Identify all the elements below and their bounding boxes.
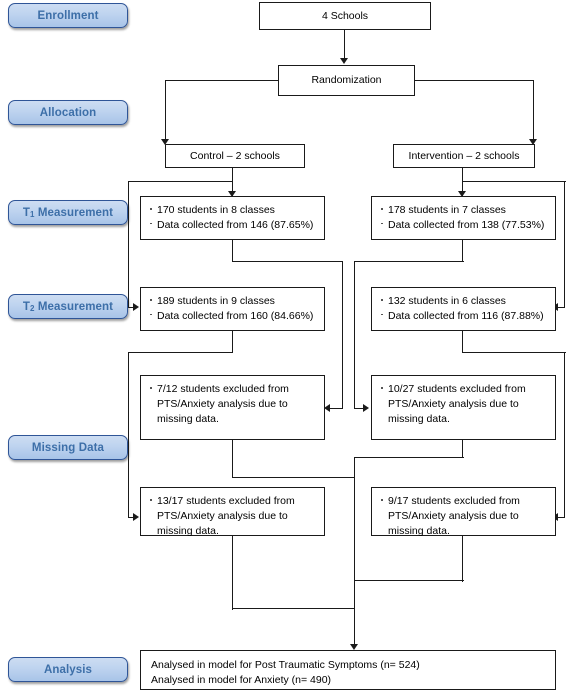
node-missing-t1-intervention: 10/27 students excluded from PTS/Anxiety… [371,375,556,440]
connector-missing-t1-control-right [232,477,354,479]
node-analysis: Analysed in model for Post Traumatic Sym… [140,650,556,690]
connector-t2-intervention-down [462,331,464,353]
stage-label-text: T2 Measurement [22,300,114,314]
stage-label-analysis: Analysis [8,657,128,682]
connector-missing-t1-intervention-left [354,457,464,459]
node-t2-intervention-line2: Data collected from 116 (87.88%) [380,309,555,324]
connector-missing-t1-control-down [232,440,234,478]
node-randomization: Randomization [278,65,415,96]
node-missing-t2-control-text: 13/17 students excluded from PTS/Anxiety… [149,494,324,539]
connector-t1-control-down [232,240,234,262]
arrowhead-missing-t2-control [133,513,139,521]
node-missing-t1-control: 7/12 students excluded from PTS/Anxiety … [140,375,325,440]
node-t2-intervention: 132 students in 6 classes Data collected… [371,287,556,331]
connector-t1-intervention-long-down [354,261,356,409]
stage-label-text: Enrollment [37,9,99,22]
stage-label-text: Allocation [39,106,97,119]
node-randomization-label: Randomization [311,74,382,87]
connector-t2-intervention-right [462,352,566,354]
connector-intervention-rail-vertical [564,181,566,308]
arrowhead-missing-t1-intervention [363,404,369,412]
node-schools: 4 Schools [259,2,431,30]
stage-label-t2-measurement: T2 Measurement [8,294,128,319]
connector-control-rail-vertical [128,181,130,308]
node-t2-control-line2: Data collected from 160 (84.66%) [149,309,324,324]
node-control-arm: Control – 2 schools [165,144,305,168]
node-missing-t2-intervention: 9/17 students excluded from PTS/Anxiety … [371,487,556,539]
arrowhead-randomization [340,58,348,64]
node-t1-control: 170 students in 8 classes Data collected… [140,196,325,240]
stage-label-missing-data: Missing Data [8,435,128,460]
stage-label-enrollment: Enrollment [8,3,128,28]
stage-label-text: Missing Data [31,441,105,454]
connector-missing-t2-control-down [232,536,234,610]
connector-randomization-left [165,80,280,82]
connector-t2-control-left [128,352,233,354]
connector-t1-control-right [232,261,343,263]
connector-t2-intervention-rail [564,352,566,518]
connector-randomization-right [413,80,534,82]
node-t2-control-line1: 189 students in 9 classes [149,294,324,309]
node-t1-intervention-line1: 178 students in 7 classes [380,203,555,218]
node-t1-control-line2: Data collected from 146 (87.65%) [149,218,324,233]
connector-t2-intervention-into-missing [557,517,565,519]
connector-control-rail-top [128,181,233,183]
node-t1-intervention: 178 students in 7 classes Data collected… [371,196,556,240]
node-t1-intervention-line2: Data collected from 138 (77.53%) [380,218,555,233]
node-intervention-arm-label: Intervention – 2 schools [408,149,520,162]
node-missing-t1-intervention-text: 10/27 students excluded from PTS/Anxiety… [380,382,555,427]
node-missing-t2-control: 13/17 students excluded from PTS/Anxiety… [140,487,325,539]
connector-missing-t2-intervention-left [354,580,464,582]
connector-missing-t2-intervention-down [462,536,464,582]
connector-missing-t1-intervention-down [462,440,464,458]
connector-missing-t2-control-right [232,608,354,610]
connector-intervention-rail-into-t2 [557,307,565,309]
connector-t2-control-down [232,331,234,353]
node-t1-control-line1: 170 students in 8 classes [149,203,324,218]
consort-flow-diagram: Enrollment Allocation T1 Measurement T2 … [0,0,567,693]
connector-t1-intervention-down [462,240,464,262]
connector-intervention-rail-top [462,181,566,183]
stage-label-text: T1 Measurement [22,206,114,220]
connector-t1-control-long-down [342,261,344,409]
connector-randomization-right-down [533,80,535,140]
node-missing-t2-intervention-text: 9/17 students excluded from PTS/Anxiety … [380,494,555,539]
connector-schools-to-randomization [344,29,346,59]
stage-label-text: Analysis [43,663,93,676]
stage-label-t1-measurement: T1 Measurement [8,200,128,225]
connector-randomization-left-down [165,80,167,140]
node-intervention-arm: Intervention – 2 schools [393,144,535,168]
node-t2-control: 189 students in 9 classes Data collected… [140,287,325,331]
arrowhead-t2-control [133,303,139,311]
node-control-arm-label: Control – 2 schools [190,149,280,162]
stage-label-allocation: Allocation [8,100,128,125]
connector-t2-control-rail [128,352,130,518]
node-schools-label: 4 Schools [321,9,369,22]
connector-t1-control-into-missing [330,408,343,410]
node-analysis-line2: Analysed in model for Anxiety (n= 490) [151,673,332,686]
connector-trunk-to-analysis [354,457,356,646]
connector-t1-intervention-left [354,261,464,263]
node-analysis-line1: Analysed in model for Post Traumatic Sym… [151,659,420,671]
node-missing-t1-control-text: 7/12 students excluded from PTS/Anxiety … [149,382,324,427]
node-t2-intervention-line1: 132 students in 6 classes [380,294,555,309]
